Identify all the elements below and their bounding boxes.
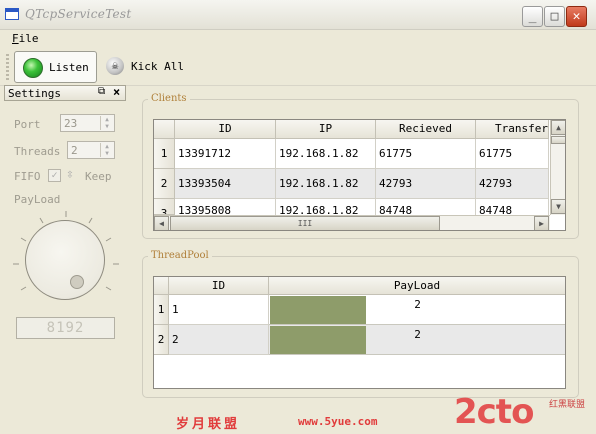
table-cell[interactable]: 13395808	[175, 199, 276, 215]
scroll-left-icon[interactable]: ◀	[154, 216, 169, 230]
threads-spinbox[interactable]: 2 ▲ ▼	[67, 141, 115, 159]
table-cell[interactable]: 42793	[476, 169, 549, 199]
dial-handle[interactable]	[70, 275, 84, 289]
col-header-id[interactable]: ID	[169, 277, 269, 295]
window-title: QTcpServiceTest	[25, 7, 132, 21]
clients-table: ID IP Recieved Transferr 1 13391712 192.…	[153, 119, 566, 231]
settings-dock-title: Settings ⧉ ×	[4, 85, 126, 101]
close-button[interactable]: ✕	[566, 6, 587, 27]
threadpool-title: ThreadPool	[148, 250, 212, 261]
threadpool-table: ID PayLoad 1 1 2 2 2 2	[153, 276, 566, 389]
dock-close-icon[interactable]: ×	[113, 85, 120, 99]
menu-file-mnemonic: F	[12, 32, 19, 45]
table-cell[interactable]: 2	[169, 325, 269, 355]
skull-icon[interactable]: ☠	[106, 57, 124, 75]
col-header-received[interactable]: Recieved	[376, 120, 476, 139]
threads-value: 2	[71, 144, 78, 157]
menu-bar: File	[0, 31, 596, 47]
table-cell[interactable]: 42793	[376, 169, 476, 199]
title-bar: QTcpServiceTest _ □ ✕	[0, 0, 596, 30]
row-header[interactable]: 3	[154, 199, 175, 215]
kick-all-button[interactable]: Kick All	[131, 60, 184, 73]
payload-label: PayLoad	[14, 193, 61, 206]
table-cell[interactable]: 61775	[376, 139, 476, 169]
payload-dial[interactable]	[25, 220, 105, 300]
table-cell[interactable]: 13391712	[175, 139, 276, 169]
port-value: 23	[64, 117, 78, 130]
table-cell[interactable]: 192.168.1.82	[276, 199, 376, 215]
green-led-icon	[23, 58, 43, 78]
watermark-logo: 2cto	[454, 392, 534, 432]
watermark-logo-sub: 红黑联盟	[549, 400, 586, 410]
payload-value: 2	[414, 298, 421, 311]
row-header[interactable]: 2	[154, 325, 169, 355]
spin-arrows-icon[interactable]: ▲ ▼	[100, 116, 113, 130]
fifo-label: FIFO	[14, 170, 41, 183]
port-spinbox[interactable]: 23 ▲ ▼	[60, 114, 115, 132]
col-header-payload[interactable]: PayLoad	[269, 277, 565, 295]
clients-title: Clients	[148, 93, 190, 104]
menu-file[interactable]: File	[12, 32, 39, 45]
table-cell[interactable]: 192.168.1.82	[276, 169, 376, 199]
table-corner	[154, 277, 169, 295]
watermark-chinese: 岁月联盟	[176, 417, 241, 432]
spin-arrows-icon[interactable]: ▲ ▼	[100, 143, 113, 157]
keep-icon[interactable]: ⇳	[66, 167, 80, 183]
table-cell[interactable]: 1	[169, 295, 269, 325]
scroll-up-icon[interactable]: ▲	[551, 120, 565, 135]
col-header-id[interactable]: ID	[175, 120, 276, 139]
clients-hscrollbar[interactable]: ◀ III ▶	[154, 215, 550, 230]
payload-progress-cell[interactable]: 2	[269, 325, 565, 355]
row-header[interactable]: 1	[154, 139, 175, 169]
listen-label: Listen	[49, 61, 89, 74]
listen-button[interactable]: Listen	[14, 51, 97, 83]
table-cell[interactable]: 13393504	[175, 169, 276, 199]
window-icon	[5, 8, 19, 20]
scroll-thumb[interactable]	[551, 136, 565, 144]
table-corner	[154, 120, 175, 139]
watermark-url: www.5yue.com	[298, 415, 378, 428]
payload-lcd-display: 8192	[16, 317, 115, 339]
col-header-ip[interactable]: IP	[276, 120, 376, 139]
menu-file-label: ile	[18, 32, 39, 45]
keep-label: Keep	[85, 170, 112, 183]
table-cell[interactable]: 84748	[376, 199, 476, 215]
scroll-right-icon[interactable]: ▶	[534, 216, 549, 230]
minimize-button[interactable]: _	[522, 6, 543, 27]
table-cell[interactable]: 84748	[476, 199, 549, 215]
threads-label: Threads	[14, 145, 61, 158]
payload-progress-cell[interactable]: 2	[269, 295, 565, 325]
toolbar-grip[interactable]	[6, 54, 9, 80]
table-cell[interactable]: 192.168.1.82	[276, 139, 376, 169]
col-header-transferred[interactable]: Transferr	[476, 120, 549, 139]
toolbar: Listen ☠ Kick All	[0, 48, 596, 86]
port-label: Port	[14, 118, 41, 131]
settings-title: Settings	[8, 87, 61, 100]
hscroll-thumb[interactable]: III	[170, 216, 440, 230]
fifo-checkbox[interactable]: ✓	[48, 169, 61, 182]
clients-vscrollbar[interactable]: ▲ ▼	[550, 120, 565, 215]
scroll-down-icon[interactable]: ▼	[551, 199, 565, 214]
row-header[interactable]: 2	[154, 169, 175, 199]
payload-value: 2	[414, 328, 421, 341]
row-header[interactable]: 1	[154, 295, 169, 325]
maximize-button[interactable]: □	[544, 6, 565, 27]
dock-float-icon[interactable]: ⧉	[98, 86, 105, 97]
table-cell[interactable]: 61775	[476, 139, 549, 169]
